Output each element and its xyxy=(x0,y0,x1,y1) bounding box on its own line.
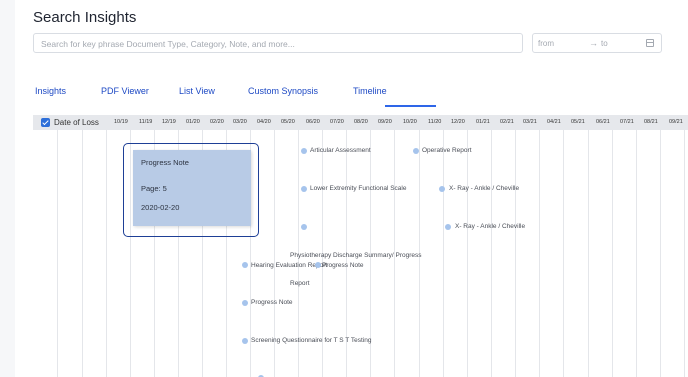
event-label[interactable]: Lower Extremity Functional Scale xyxy=(310,185,406,193)
event-dot[interactable] xyxy=(439,186,445,192)
grid-line xyxy=(82,130,83,377)
month-label: 10/20 xyxy=(403,119,417,125)
calendar-icon[interactable] xyxy=(646,39,654,47)
month-label: 09/20 xyxy=(378,119,392,125)
month-label: 11/20 xyxy=(428,119,442,125)
month-label: 01/21 xyxy=(476,119,490,125)
grid-line xyxy=(612,130,613,377)
month-label: 02/20 xyxy=(210,119,224,125)
page-title: Search Insights xyxy=(33,9,137,26)
month-label: 06/21 xyxy=(596,119,610,125)
date-to-field[interactable]: to xyxy=(601,39,608,48)
tooltip-page: Page: 5 xyxy=(141,184,167,193)
grid-line xyxy=(539,130,540,377)
tab-timeline[interactable]: Timeline xyxy=(353,86,387,96)
month-label: 09/21 xyxy=(669,119,683,125)
tab-bar: Insights PDF Viewer List View Custom Syn… xyxy=(33,86,673,108)
event-label[interactable]: Progress Note xyxy=(251,299,293,307)
event-dot[interactable] xyxy=(242,300,248,306)
event-label[interactable]: Physiotherapy Discharge Summary/ Progres… xyxy=(290,252,422,260)
event-dot[interactable] xyxy=(445,224,451,230)
grid-line xyxy=(660,130,661,377)
event-label[interactable]: Operative Report xyxy=(422,147,472,155)
event-label[interactable]: X- Ray - Ankle / Cheville xyxy=(449,185,519,193)
month-label: 06/20 xyxy=(306,119,320,125)
grid-line xyxy=(106,130,107,377)
grid-line xyxy=(491,130,492,377)
arrow-right-icon: → xyxy=(589,38,598,48)
month-label: 03/20 xyxy=(233,119,247,125)
month-label: 04/21 xyxy=(547,119,561,125)
search-input[interactable] xyxy=(34,35,522,53)
month-label: 05/21 xyxy=(571,119,585,125)
event-label[interactable]: Screening Questionnaire for T S T Testin… xyxy=(251,337,371,345)
tooltip-title: Progress Note xyxy=(141,158,189,167)
event-label[interactable]: Progress Note xyxy=(322,262,364,270)
event-dot[interactable] xyxy=(242,338,248,344)
month-label: 11/19 xyxy=(139,119,153,125)
event-dot[interactable] xyxy=(301,148,307,154)
event-dot[interactable] xyxy=(242,262,248,268)
month-label: 01/20 xyxy=(186,119,200,125)
month-label: 08/20 xyxy=(354,119,368,125)
tab-list-view[interactable]: List View xyxy=(179,86,215,96)
grid-line xyxy=(57,130,58,377)
grid-line xyxy=(636,130,637,377)
event-dot[interactable] xyxy=(301,186,307,192)
event-label[interactable]: X- Ray - Ankle / Cheville xyxy=(455,223,525,231)
event-label[interactable]: Articular Assessment xyxy=(310,147,371,155)
grid-line xyxy=(588,130,589,377)
tooltip-date: 2020-02-20 xyxy=(141,203,180,212)
date-from-field[interactable]: from xyxy=(538,39,554,48)
date-of-loss-label: Date of Loss xyxy=(54,118,99,127)
tab-insights[interactable]: Insights xyxy=(35,86,66,96)
grid-line xyxy=(515,130,516,377)
month-label: 04/20 xyxy=(257,119,271,125)
date-of-loss-checkbox[interactable] xyxy=(41,118,50,127)
event-label[interactable]: Report xyxy=(290,280,310,288)
event-dot[interactable] xyxy=(315,262,321,268)
month-label: 08/21 xyxy=(644,119,658,125)
event-tooltip: Progress Note Page: 5 2020-02-20 xyxy=(133,150,251,226)
active-tab-indicator xyxy=(385,105,436,107)
month-label: 03/21 xyxy=(523,119,537,125)
grid-line xyxy=(443,130,444,377)
timeline-header: Date of Loss 10/19 11/19 12/19 01/20 02/… xyxy=(33,115,688,130)
month-label: 05/20 xyxy=(281,119,295,125)
month-label: 07/20 xyxy=(330,119,344,125)
month-label: 12/20 xyxy=(451,119,465,125)
month-label: 10/19 xyxy=(114,119,128,125)
tab-pdf-viewer[interactable]: PDF Viewer xyxy=(101,86,149,96)
date-range-picker[interactable]: from → to xyxy=(532,33,662,53)
grid-line xyxy=(684,130,685,377)
month-label: 07/21 xyxy=(620,119,634,125)
month-label: 12/19 xyxy=(162,119,176,125)
month-label: 02/21 xyxy=(500,119,514,125)
event-dot[interactable] xyxy=(301,224,307,230)
grid-line xyxy=(467,130,468,377)
event-dot[interactable] xyxy=(413,148,419,154)
tab-custom-synopsis[interactable]: Custom Synopsis xyxy=(248,86,318,96)
search-field[interactable] xyxy=(33,33,523,53)
grid-line xyxy=(563,130,564,377)
